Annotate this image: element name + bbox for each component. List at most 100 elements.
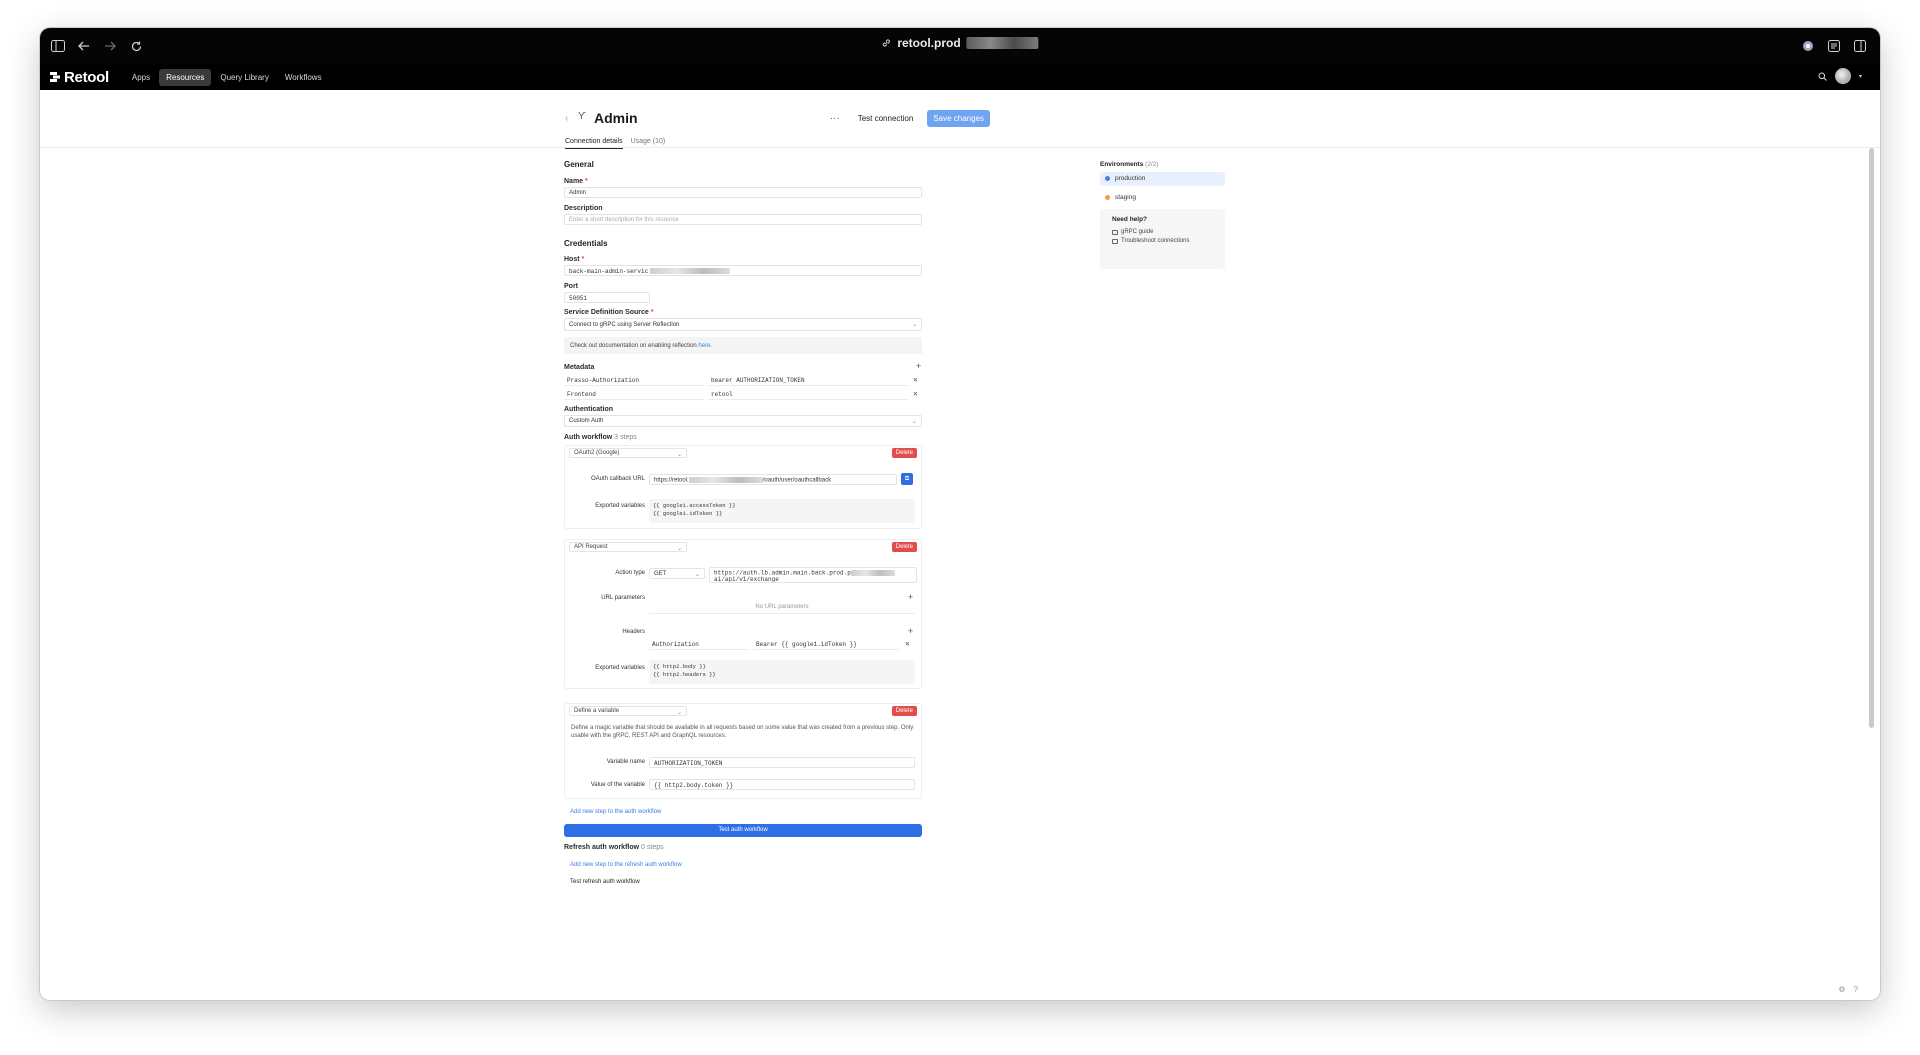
port-input[interactable]: 50051 [564, 292, 650, 303]
delete-step-button[interactable]: Delete [891, 542, 917, 552]
save-changes-button[interactable]: Save changes [927, 110, 990, 127]
variable-value-input[interactable]: {{ http2.body.token }} [649, 779, 915, 790]
add-metadata-icon[interactable]: + [916, 361, 921, 371]
link-icon [882, 39, 890, 47]
host-input[interactable]: back-main-admin-servic [564, 265, 922, 276]
reflection-docs-link[interactable]: here. [698, 343, 712, 349]
nav-query-library[interactable]: Query Library [213, 69, 275, 86]
header-row: Authorization Bearer {{ google1.idToken … [649, 639, 915, 650]
help-icon[interactable]: ? [1854, 985, 1858, 994]
metadata-value-input[interactable]: retool [708, 389, 908, 400]
browser-toolbar: retool.prod [40, 28, 1880, 64]
retool-logo[interactable]: Retool [50, 69, 109, 86]
remove-header-icon[interactable]: ✕ [905, 639, 910, 649]
remove-metadata-icon[interactable]: ✕ [913, 375, 918, 385]
help-title: Need help? [1112, 216, 1148, 223]
add-url-param-icon[interactable]: + [908, 592, 913, 602]
browser-window: retool.prod Retool Apps Resources Query … [40, 28, 1880, 1000]
service-definition-label: Service Definition Source * [564, 309, 654, 316]
chevron-down-icon: ⌄ [676, 710, 682, 716]
exported-variables-box[interactable]: {{ google1.accessToken }} {{ google1.idT… [649, 499, 915, 523]
auth-workflow-label: Auth workflow 3 steps [564, 434, 637, 441]
tab-connection-details[interactable]: Connection details [565, 138, 623, 149]
step-type-select[interactable]: OAuth2 (Google) ⌄ [569, 448, 687, 458]
add-auth-step-link[interactable]: Add new step to the auth workflow [570, 809, 661, 815]
sidebar-toggle-icon[interactable] [48, 36, 68, 56]
metadata-value-input[interactable]: bearer AUTHORIZATION_TOKEN [708, 375, 908, 386]
metadata-label: Metadata [564, 364, 595, 371]
service-definition-select[interactable]: Connect to gRPC using Server Reflection … [564, 318, 922, 331]
tab-usage[interactable]: Usage (10) [631, 138, 666, 149]
troubleshoot-link[interactable]: Troubleshoot connections [1112, 238, 1213, 244]
define-variable-description: Define a magic variable that should be a… [571, 725, 914, 739]
nav-apps[interactable]: Apps [125, 69, 157, 86]
authentication-select[interactable]: Custom Auth ⌄ [564, 415, 922, 427]
variable-name-input[interactable]: AUTHORIZATION_TOKEN [649, 757, 915, 768]
header-divider [40, 147, 1880, 148]
credentials-section-title: Credentials [564, 239, 608, 248]
grpc-guide-link[interactable]: gRPC guide [1112, 229, 1213, 235]
env-staging[interactable]: staging [1100, 191, 1225, 205]
copy-icon[interactable]: ⧉ [901, 473, 913, 485]
back-chevron-icon[interactable]: ‹ [565, 113, 568, 124]
name-input[interactable]: Admin [564, 187, 922, 198]
exported-variables-label: Exported variables [595, 503, 645, 509]
scrollbar[interactable] [1869, 148, 1874, 728]
corner-tools: ⚙ ? [1838, 985, 1858, 994]
help-panel: Need help? gRPC guide Troubleshoot conne… [1100, 209, 1225, 269]
host-label: Host * [564, 256, 585, 263]
test-refresh-workflow-button[interactable]: Test refresh auth workflow [570, 879, 640, 885]
header-key-input[interactable]: Authorization [649, 639, 749, 650]
search-icon[interactable] [1818, 72, 1827, 81]
metadata-key-input[interactable]: Frontend [564, 389, 704, 400]
exported-variables-box[interactable]: {{ http2.body }} {{ http2.headers }} [649, 660, 915, 684]
action-type-label: Action type [615, 570, 645, 576]
delete-step-button[interactable]: Delete [891, 448, 917, 458]
step-type-select[interactable]: Define a variable ⌄ [569, 706, 687, 716]
user-avatar[interactable] [1834, 68, 1851, 84]
oauth-callback-input[interactable]: https://retool./oauth/user/oauthcallback [649, 474, 897, 485]
retool-logo-icon [50, 72, 60, 82]
extension-icon[interactable] [1798, 36, 1818, 56]
resource-editor: ‹ ϒ Admin ··· Test connection Save chang… [40, 90, 1880, 1000]
step-header: OAuth2 (Google) ⌄ Delete [565, 446, 921, 460]
env-production[interactable]: production [1100, 172, 1225, 186]
split-view-icon[interactable] [1850, 36, 1870, 56]
request-url-input[interactable]: https://auth.lb.admin.main.back.prod.p a… [709, 567, 917, 583]
chevron-down-icon: ⌄ [911, 419, 917, 425]
back-icon[interactable] [74, 36, 94, 56]
description-input[interactable]: Enter a short description for this resou… [564, 214, 922, 225]
add-refresh-step-link[interactable]: Add new step to the refresh auth workflo… [570, 862, 682, 868]
metadata-key-input[interactable]: Prasso-Authorization [564, 375, 704, 386]
step-header: API Request ⌄ Delete [565, 540, 921, 554]
method-select[interactable]: GET ⌄ [649, 568, 705, 579]
chevron-down-icon[interactable]: ▾ [1859, 73, 1862, 80]
test-connection-button[interactable]: Test connection [852, 110, 920, 127]
book-icon [1112, 229, 1118, 235]
auth-step-api-request: API Request ⌄ Delete Action type GET ⌄ htt… [564, 539, 922, 689]
refresh-workflow-label: Refresh auth workflow 0 steps [564, 844, 664, 851]
step-header: Define a variable ⌄ Delete [565, 704, 921, 718]
test-auth-workflow-button[interactable]: Test auth workflow [564, 824, 922, 837]
general-section-title: General [564, 160, 594, 169]
address-bar[interactable]: retool.prod [881, 36, 1039, 50]
no-url-params-text: No URL parameters [649, 604, 915, 614]
port-label: Port [564, 283, 578, 290]
more-options-button[interactable]: ··· [826, 113, 844, 124]
step-type-select[interactable]: API Request ⌄ [569, 542, 687, 552]
url-text: retool.prod [897, 36, 961, 50]
add-header-icon[interactable]: + [908, 626, 913, 636]
url-redacted [966, 37, 1039, 49]
nav-workflows[interactable]: Workflows [278, 69, 329, 86]
reader-icon[interactable] [1824, 36, 1844, 56]
delete-step-button[interactable]: Delete [891, 706, 917, 716]
bug-icon[interactable]: ⚙ [1838, 985, 1845, 994]
reflection-note: Check out documentation on enabling refl… [564, 337, 922, 354]
authentication-label: Authentication [564, 406, 613, 413]
header-value-input[interactable]: Bearer {{ google1.idToken }} [753, 639, 899, 650]
reload-icon[interactable] [126, 36, 146, 56]
nav-resources[interactable]: Resources [159, 68, 212, 86]
remove-metadata-icon[interactable]: ✕ [913, 389, 918, 399]
forward-icon[interactable] [100, 36, 120, 56]
app-navbar: Retool Apps Resources Query Library Work… [40, 64, 1880, 90]
